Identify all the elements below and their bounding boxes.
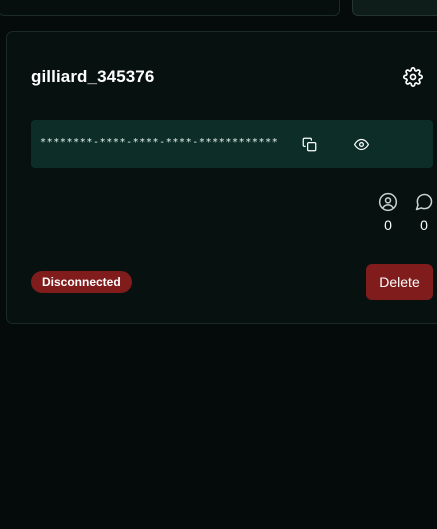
previous-card bbox=[0, 0, 340, 16]
page: gilliard_345376 ********-****-****-****-… bbox=[0, 0, 437, 529]
user-circle-icon bbox=[378, 192, 398, 212]
eye-icon bbox=[353, 138, 369, 150]
gear-icon bbox=[403, 67, 423, 87]
chats-count: 0 bbox=[420, 217, 428, 233]
reveal-key-button[interactable] bbox=[351, 134, 371, 154]
api-key-value: ********-****-****-****-************ bbox=[40, 137, 279, 148]
previous-card-button[interactable] bbox=[352, 0, 437, 16]
settings-button[interactable] bbox=[402, 66, 424, 88]
copy-icon bbox=[302, 137, 316, 151]
delete-button[interactable]: Delete bbox=[366, 264, 433, 300]
status-badge: Disconnected bbox=[31, 271, 132, 293]
instance-card: gilliard_345376 ********-****-****-****-… bbox=[6, 31, 437, 324]
chats-stat: 0 bbox=[412, 192, 436, 233]
api-key-field: ********-****-****-****-************ bbox=[31, 120, 433, 168]
users-count: 0 bbox=[384, 217, 392, 233]
users-stat: 0 bbox=[376, 192, 400, 233]
message-circle-icon bbox=[415, 193, 433, 211]
instance-name: gilliard_345376 bbox=[31, 67, 155, 86]
copy-key-button[interactable] bbox=[299, 134, 319, 154]
